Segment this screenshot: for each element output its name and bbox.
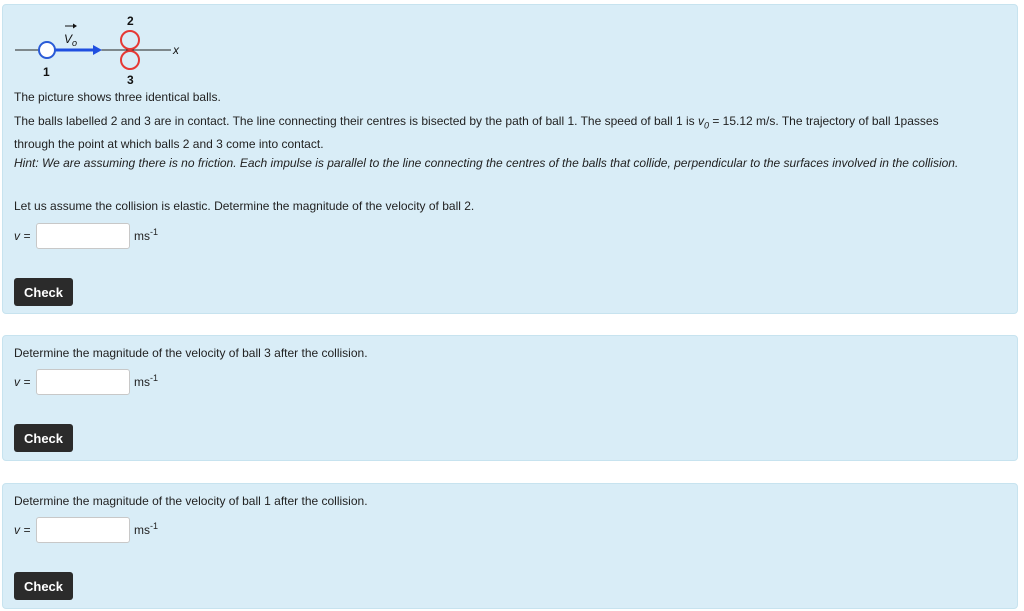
answer-label-3: v = xyxy=(14,523,31,537)
question-text-1: Let us assume the collision is elastic. … xyxy=(14,199,475,213)
ball-1 xyxy=(38,41,56,59)
question-card-1: 1 2 3 Vo x The picture shows three ident… xyxy=(2,4,1018,314)
check-button-2[interactable]: Check xyxy=(14,424,73,452)
velocity-label: Vo xyxy=(64,32,77,48)
question-text-3: Determine the magnitude of the velocity … xyxy=(14,494,368,508)
velocity-arrow-head xyxy=(93,45,102,55)
question-card-3: Determine the magnitude of the velocity … xyxy=(2,483,1018,609)
check-button-3[interactable]: Check xyxy=(14,572,73,600)
hint-text: Hint: We are assuming there is no fricti… xyxy=(14,156,959,170)
unit-label-1: ms-1 xyxy=(134,227,159,243)
answer-input-3[interactable] xyxy=(36,517,130,543)
check-button-1[interactable]: Check xyxy=(14,278,73,306)
question-text-2: Determine the magnitude of the velocity … xyxy=(14,346,368,360)
intro-text: The picture shows three identical balls. xyxy=(14,90,221,104)
x-axis-label: x xyxy=(172,43,180,57)
ball-2 xyxy=(120,30,140,50)
collision-diagram: 1 2 3 Vo x xyxy=(15,14,180,87)
ball-1-label: 1 xyxy=(43,65,50,79)
unit-label-3: ms-1 xyxy=(134,521,159,537)
answer-row-3: v = ms-1 xyxy=(14,515,158,545)
description-text: The balls labelled 2 and 3 are in contac… xyxy=(14,114,939,152)
answer-label-2: v = xyxy=(14,375,31,389)
answer-input-1[interactable] xyxy=(36,223,130,249)
ball-3 xyxy=(120,50,140,70)
question-card-2: Determine the magnitude of the velocity … xyxy=(2,335,1018,461)
unit-label-2: ms-1 xyxy=(134,373,159,389)
answer-row-2: v = ms-1 xyxy=(14,367,158,397)
answer-input-2[interactable] xyxy=(36,369,130,395)
ball-3-label: 3 xyxy=(127,73,134,87)
answer-row-1: v = ms-1 xyxy=(14,221,158,251)
vector-arrow-head xyxy=(73,23,77,29)
ball-2-label: 2 xyxy=(127,14,134,28)
answer-label-1: v = xyxy=(14,229,31,243)
